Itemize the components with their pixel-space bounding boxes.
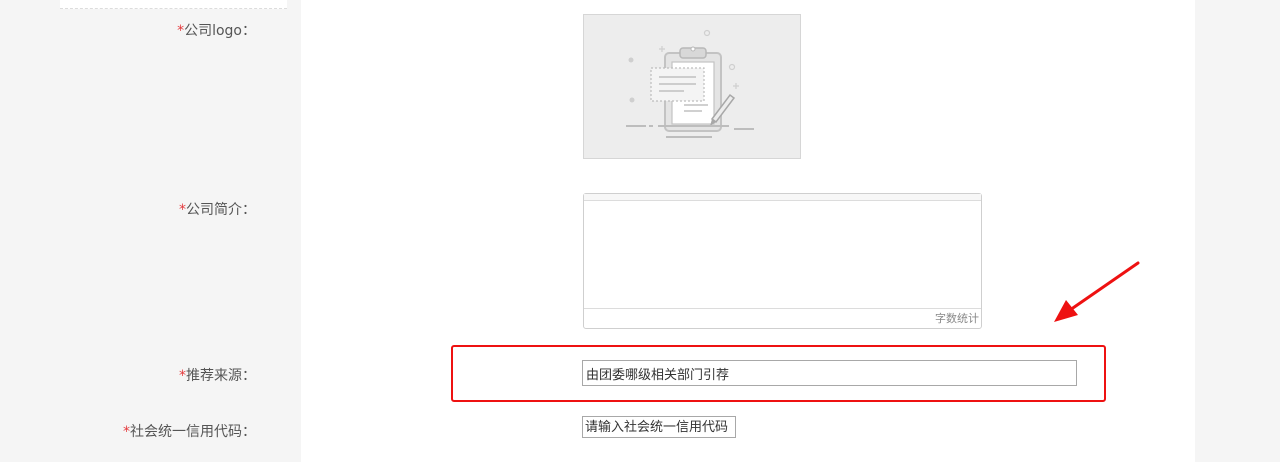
credit-label: *社会统一信用代码： xyxy=(0,421,256,441)
intro-editor[interactable]: 字数统计 xyxy=(583,193,982,329)
clipboard-edit-icon xyxy=(626,29,754,138)
logo-label-text: 公司logo： xyxy=(184,23,256,39)
intro-label-text: 公司简介： xyxy=(186,202,256,218)
highlight-box xyxy=(451,345,1106,402)
required-mark: * xyxy=(179,202,186,218)
required-mark: * xyxy=(179,368,186,384)
editor-toolbar xyxy=(584,194,981,201)
required-mark: * xyxy=(123,424,130,440)
red-arrow-icon xyxy=(1054,261,1140,322)
word-count: 字数统计 xyxy=(584,308,981,328)
logo-upload[interactable] xyxy=(583,14,801,159)
intro-label: *公司简介： xyxy=(0,199,256,219)
source-label: *推荐来源： xyxy=(0,365,256,385)
credit-code-input[interactable] xyxy=(582,416,736,438)
sidebar-card-edge xyxy=(60,0,287,9)
logo-label: *公司logo： xyxy=(0,20,256,40)
credit-label-text: 社会统一信用代码： xyxy=(130,424,256,440)
source-label-text: 推荐来源： xyxy=(186,368,256,384)
